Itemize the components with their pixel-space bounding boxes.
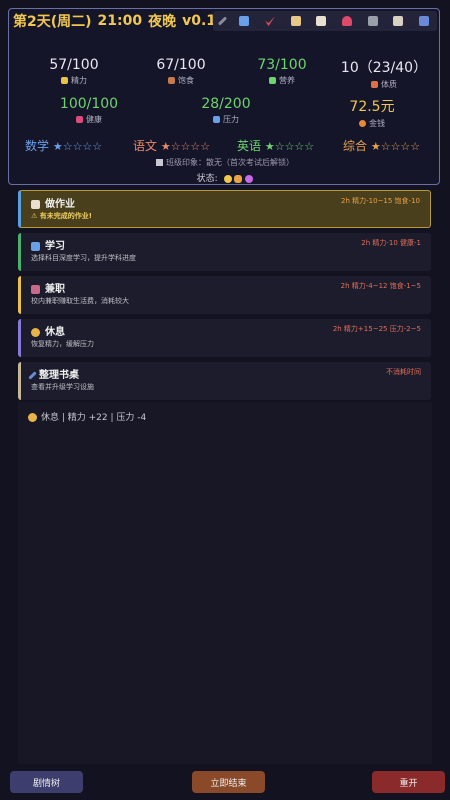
- heart-icon: [76, 116, 83, 123]
- action-rest[interactable]: 休息 恢复精力，缓解压力 2h 精力+15~25 压力-2~5: [18, 319, 431, 357]
- action-study[interactable]: 学习 选择科目深度学习，提升学科进度 2h 精力-10 健康-1: [18, 233, 431, 271]
- subject-general[interactable]: 综合 ★☆☆☆☆: [343, 137, 420, 154]
- subject-math[interactable]: 数学 ★☆☆☆☆: [25, 137, 102, 154]
- restart-button[interactable]: 重开: [372, 771, 445, 793]
- subject-chinese[interactable]: 语文 ★☆☆☆☆: [133, 137, 210, 154]
- satiety-label: 饱食: [178, 76, 194, 85]
- grid-icon[interactable]: [367, 16, 378, 26]
- stat-money: 72.5元 金钱: [327, 96, 417, 129]
- day-label: 第2天(周二): [13, 14, 92, 30]
- lightning-icon: [61, 77, 68, 84]
- action-title: 休息: [45, 327, 65, 338]
- stat-energy: 57/100 精力: [29, 57, 119, 86]
- energy-value: 57/100: [49, 57, 99, 73]
- stress-label: 压力: [223, 115, 239, 124]
- sleepy-face-icon: [31, 327, 40, 337]
- action-title: 整理书桌: [39, 370, 79, 381]
- health-value: 100/100: [59, 96, 119, 112]
- action-cost: 2h 精力-10~15 饱食-10: [341, 197, 420, 205]
- log-text: 休息 | 精力 +22 | 压力 -4: [41, 413, 147, 423]
- stat-satiety: 67/100 饱食: [136, 57, 226, 86]
- subject-chinese-name: 语文: [133, 139, 158, 153]
- impression-text: 班级印象：散无（首次考试后解锁）: [166, 158, 294, 167]
- subject-general-stars: ★☆☆☆☆: [370, 140, 421, 153]
- subject-english[interactable]: 英语 ★☆☆☆☆: [237, 137, 314, 154]
- time-label: 21:00: [97, 13, 143, 29]
- log-entry: 休息 | 精力 +22 | 压力 -4: [28, 410, 146, 423]
- action-parttime[interactable]: 兼职 校内兼职赚取生活费，消耗较大 2h 精力-4~12 饱食-1~5: [18, 276, 431, 314]
- action-desc: ⚠ 有未完成的作业!: [31, 212, 92, 220]
- header: 第2天(周二) 21:00 夜晚 v0.12: [13, 11, 226, 31]
- subject-ratings: 数学 ★☆☆☆☆ 语文 ★☆☆☆☆ 英语 ★☆☆☆☆ 综合 ★☆☆☆☆: [9, 137, 441, 153]
- nutrition-value: 73/100: [257, 57, 307, 73]
- calendar-icon[interactable]: [239, 16, 250, 26]
- health-label: 健康: [86, 115, 102, 124]
- stress-value: 28/200: [201, 96, 251, 112]
- scroll-icon[interactable]: [290, 16, 301, 26]
- action-homework[interactable]: 做作业 ⚠ 有未完成的作业! 2h 精力-10~15 饱食-10: [18, 190, 431, 228]
- stat-stress: 28/200 压力: [181, 96, 271, 125]
- briefcase-icon: [31, 284, 40, 294]
- stat-nutrition: 73/100 营养: [237, 57, 327, 86]
- story-tree-button[interactable]: 剧情树: [10, 771, 83, 793]
- target-icon: [245, 174, 254, 183]
- document-icon: [156, 159, 163, 166]
- action-list: 做作业 ⚠ 有未完成的作业! 2h 精力-10~15 饱食-10 学习 选择科目…: [18, 190, 432, 405]
- stat-fitness: 10（23/40） 体质: [334, 57, 434, 90]
- action-desc: 恢复精力，缓解压力: [31, 340, 94, 348]
- check-icon[interactable]: [265, 16, 276, 26]
- subject-math-name: 数学: [25, 139, 50, 153]
- money-value: 72.5元: [349, 99, 395, 115]
- action-cost: 2h 精力-10 健康-1: [361, 239, 421, 247]
- nutrition-label: 营养: [279, 76, 295, 85]
- action-cost: 2h 精力-4~12 饱食-1~5: [340, 282, 421, 290]
- note-icon[interactable]: [316, 16, 327, 26]
- status-row: 状态:: [9, 171, 441, 184]
- brush-icon: [28, 370, 37, 380]
- class-impression: 班级印象：散无（首次考试后解锁）: [9, 157, 441, 168]
- subject-english-stars: ★☆☆☆☆: [264, 140, 315, 153]
- books-icon: [31, 241, 40, 251]
- wrench-icon[interactable]: [217, 16, 227, 26]
- subject-chinese-stars: ★☆☆☆☆: [160, 140, 211, 153]
- end-now-button[interactable]: 立即结束: [192, 771, 265, 793]
- status-label: 状态:: [196, 174, 218, 184]
- status-panel: 第2天(周二) 21:00 夜晚 v0.12 57/100 精力 67/100 …: [8, 8, 440, 185]
- subject-general-name: 综合: [343, 139, 368, 153]
- subject-english-name: 英语: [237, 139, 262, 153]
- period-label: 夜晚: [148, 14, 177, 30]
- event-log: 休息 | 精力 +22 | 压力 -4: [18, 402, 432, 764]
- action-title: 做作业: [45, 199, 75, 210]
- bottom-bar: 剧情树 立即结束 重开: [0, 768, 450, 800]
- money-label: 金钱: [369, 119, 385, 128]
- action-organize-desk[interactable]: 整理书桌 查看并升级学习设施 不消耗时间: [18, 362, 431, 400]
- stat-health: 100/100 健康: [44, 96, 134, 125]
- fire-icon: [359, 120, 366, 127]
- action-title: 学习: [45, 241, 65, 252]
- action-desc: 选择科目深度学习，提升学科进度: [31, 254, 136, 262]
- action-title: 兼职: [45, 284, 65, 295]
- energy-label: 精力: [71, 76, 87, 85]
- drumstick-icon: [168, 77, 175, 84]
- fitness-value: 10（23/40）: [340, 60, 428, 76]
- chart-icon[interactable]: [419, 16, 430, 26]
- action-desc: 校内兼职赚取生活费，消耗较大: [31, 297, 129, 305]
- chart-icon: [213, 116, 220, 123]
- book-icon[interactable]: [393, 16, 404, 26]
- dumbbell-icon: [371, 81, 378, 88]
- sun-icon: [223, 174, 232, 183]
- bag-icon[interactable]: [342, 16, 353, 26]
- action-cost: 2h 精力+15~25 压力-2~5: [332, 325, 421, 333]
- subject-math-stars: ★☆☆☆☆: [52, 140, 103, 153]
- satiety-value: 67/100: [156, 57, 206, 73]
- action-desc: 查看并升级学习设施: [31, 383, 94, 391]
- muscle-icon: [234, 174, 243, 183]
- leaf-icon: [269, 77, 276, 84]
- note-icon: [31, 199, 40, 209]
- fitness-label: 体质: [381, 80, 397, 89]
- action-cost: 不消耗时间: [386, 368, 421, 376]
- toolbar: [213, 11, 437, 31]
- sleepy-face-icon: [28, 413, 37, 422]
